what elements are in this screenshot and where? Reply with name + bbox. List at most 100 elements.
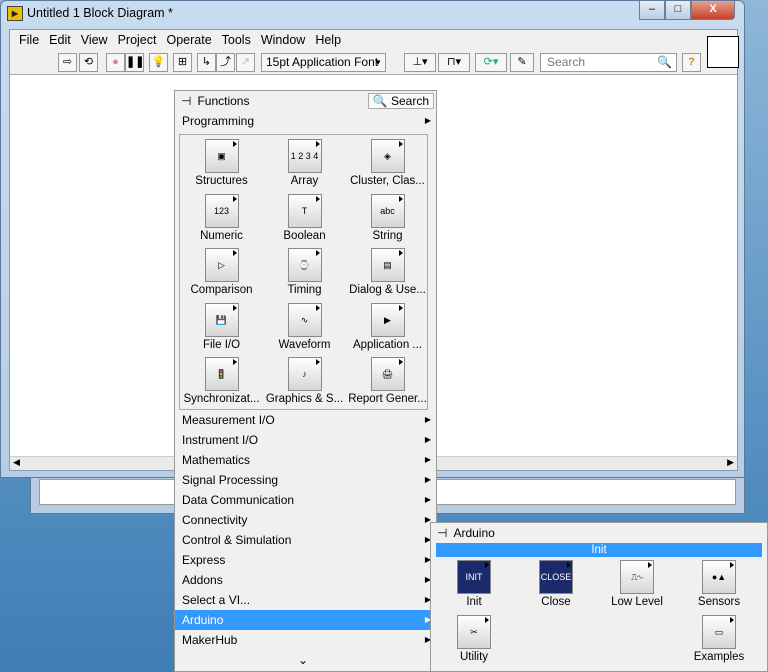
- arduino-item-icon: ✂: [457, 615, 491, 649]
- more-chevron-icon[interactable]: ⌄: [298, 653, 308, 667]
- palette-item[interactable]: ▶ Application ...: [346, 302, 429, 351]
- palette-item[interactable]: abc String: [346, 193, 429, 242]
- align-objects-icon[interactable]: ⊥▾: [404, 53, 436, 72]
- category-item[interactable]: Connectivity ▶: [175, 510, 436, 530]
- arduino-item-icon: ⎍∿: [620, 560, 654, 594]
- reorder-icon[interactable]: ⟳▾: [475, 53, 507, 72]
- menu-project[interactable]: Project: [113, 33, 162, 47]
- palette-item-icon: 1 2 3 4: [287, 139, 322, 173]
- palette-item[interactable]: ▷ Comparison: [180, 248, 263, 296]
- chevron-down-icon: ▼: [374, 58, 382, 67]
- palette-item[interactable]: ▤ Dialog & Use...: [346, 248, 429, 296]
- category-label: Data Communication: [182, 493, 295, 507]
- pin-icon[interactable]: ⊣: [181, 94, 191, 108]
- palette-item-label: Numeric: [200, 229, 243, 242]
- palette-item-icon: ⌚: [287, 248, 322, 282]
- palette-item-icon: ▶: [370, 302, 405, 337]
- palette-item-label: Graphics & S...: [265, 393, 344, 405]
- category-item[interactable]: Signal Processing ▶: [175, 470, 436, 490]
- palette-item[interactable]: 1 2 3 4 Array: [263, 139, 346, 187]
- menu-tools[interactable]: Tools: [217, 33, 256, 47]
- retain-wire-values-icon[interactable]: ⊞: [173, 53, 192, 72]
- arduino-item-icon: CLOSE: [539, 560, 573, 594]
- toolbar: ⇨ ⟲ ● ❚❚ 💡 ⊞ ↳ ⤴ ↗ 15pt Application Font…: [10, 51, 737, 73]
- window-title: Untitled 1 Block Diagram *: [27, 6, 173, 20]
- category-programming[interactable]: Programming ▶: [175, 111, 436, 131]
- palette-item-icon: ▷: [204, 248, 239, 282]
- submenu-arrow-icon: ▶: [424, 435, 431, 444]
- menu-help[interactable]: Help: [310, 33, 346, 47]
- category-item[interactable]: Select a VI... ▶: [175, 590, 436, 610]
- menu-operate[interactable]: Operate: [161, 33, 216, 47]
- menu-window[interactable]: Window: [256, 33, 310, 47]
- palette-item-icon: ∿: [287, 302, 322, 337]
- search-input[interactable]: Search 🔍: [540, 53, 677, 72]
- category-item[interactable]: Mathematics ▶: [175, 450, 436, 470]
- category-item[interactable]: Arduino ▶: [175, 610, 436, 630]
- category-item[interactable]: Express ▶: [175, 550, 436, 570]
- palette-item[interactable]: 🖨 Report Gener...: [346, 357, 429, 405]
- submenu-arrow-icon: ▶: [424, 455, 431, 464]
- arduino-item[interactable]: ●▲ Sensors: [679, 560, 759, 608]
- arduino-item[interactable]: INIT Init: [434, 560, 514, 608]
- palette-item-icon: 🖨: [370, 357, 405, 391]
- arduino-item-label: Utility: [459, 651, 489, 663]
- font-dropdown[interactable]: 15pt Application Font ▼: [261, 53, 386, 72]
- arduino-item[interactable]: ⎍∿ Low Level: [597, 560, 677, 608]
- maximize-button[interactable]: □: [665, 1, 691, 20]
- close-button[interactable]: X: [691, 1, 735, 20]
- step-over-icon[interactable]: ⤴: [216, 53, 235, 72]
- help-button[interactable]: ?: [682, 53, 701, 72]
- highlight-execution-icon[interactable]: 💡: [149, 53, 168, 72]
- palette-item[interactable]: 🚦 Synchronizat...: [180, 357, 263, 405]
- arduino-item[interactable]: ▭ Examples: [679, 615, 759, 663]
- palette-item[interactable]: ⌚ Timing: [263, 248, 346, 296]
- category-item[interactable]: Instrument I/O ▶: [175, 430, 436, 450]
- pause-icon[interactable]: ❚❚: [125, 53, 144, 72]
- category-item[interactable]: MakerHub ▶: [175, 630, 436, 650]
- palette-item-icon: 123: [204, 193, 239, 228]
- palette-item[interactable]: ▣ Structures: [180, 139, 263, 187]
- palette-item-label: Synchronizat...: [183, 393, 260, 405]
- menu-file[interactable]: File: [14, 33, 44, 47]
- category-label: MakerHub: [182, 633, 238, 647]
- submenu-arrow-icon: ▶: [424, 495, 431, 504]
- menu-view[interactable]: View: [76, 33, 113, 47]
- category-label: Select a VI...: [182, 593, 251, 607]
- palette-item-label: Dialog & Use...: [349, 284, 426, 296]
- palette-item[interactable]: ♪ Graphics & S...: [263, 357, 346, 405]
- distribute-objects-icon[interactable]: ⊓▾: [438, 53, 470, 72]
- menu-edit[interactable]: Edit: [44, 33, 76, 47]
- category-label: Express: [182, 553, 226, 567]
- palette-item[interactable]: 123 Numeric: [180, 193, 263, 242]
- pin-icon[interactable]: ⊣: [437, 526, 447, 540]
- palette-item-label: Array: [290, 175, 319, 187]
- submenu-arrow-icon: ▶: [424, 415, 431, 424]
- category-item[interactable]: Control & Simulation ▶: [175, 530, 436, 550]
- arduino-item[interactable]: ✂ Utility: [434, 615, 514, 663]
- arduino-item[interactable]: CLOSE Close: [516, 560, 596, 608]
- palette-item[interactable]: ∿ Waveform: [263, 302, 346, 351]
- category-item[interactable]: Measurement I/O ▶: [175, 410, 436, 430]
- category-item[interactable]: Addons ▶: [175, 570, 436, 590]
- abort-icon[interactable]: ●: [106, 53, 125, 72]
- palette-item-label: Cluster, Clas...: [350, 175, 425, 187]
- palette-item[interactable]: ◈ Cluster, Clas...: [346, 139, 429, 187]
- category-item[interactable]: Data Communication ▶: [175, 490, 436, 510]
- palette-item[interactable]: T Boolean: [263, 193, 346, 242]
- programming-icon-grid: ▣ Structures 1 2 3 4 Array ◈ Cluster, Clas...…: [179, 134, 428, 410]
- step-out-icon[interactable]: ↗: [236, 53, 255, 72]
- palette-search-button[interactable]: 🔍 Search: [367, 93, 434, 109]
- step-into-icon[interactable]: ↳: [197, 53, 216, 72]
- palette-item[interactable]: 💾 File I/O: [180, 302, 263, 351]
- arduino-item-icon: ▭: [702, 615, 736, 649]
- run-continuously-icon[interactable]: ⟲: [79, 53, 98, 72]
- run-arrow-icon[interactable]: ⇨: [58, 53, 77, 72]
- search-icon: 🔍: [657, 55, 672, 69]
- palette-item-label: Structures: [195, 175, 248, 187]
- vi-icon[interactable]: [707, 36, 739, 68]
- cleanup-diagram-icon[interactable]: ✎: [510, 53, 534, 72]
- category-label: Control & Simulation: [182, 533, 292, 547]
- minimize-button[interactable]: –: [639, 1, 665, 20]
- functions-palette: ⊣ Functions 🔍 Search Programming ▶ ▣ Struct…: [174, 90, 437, 672]
